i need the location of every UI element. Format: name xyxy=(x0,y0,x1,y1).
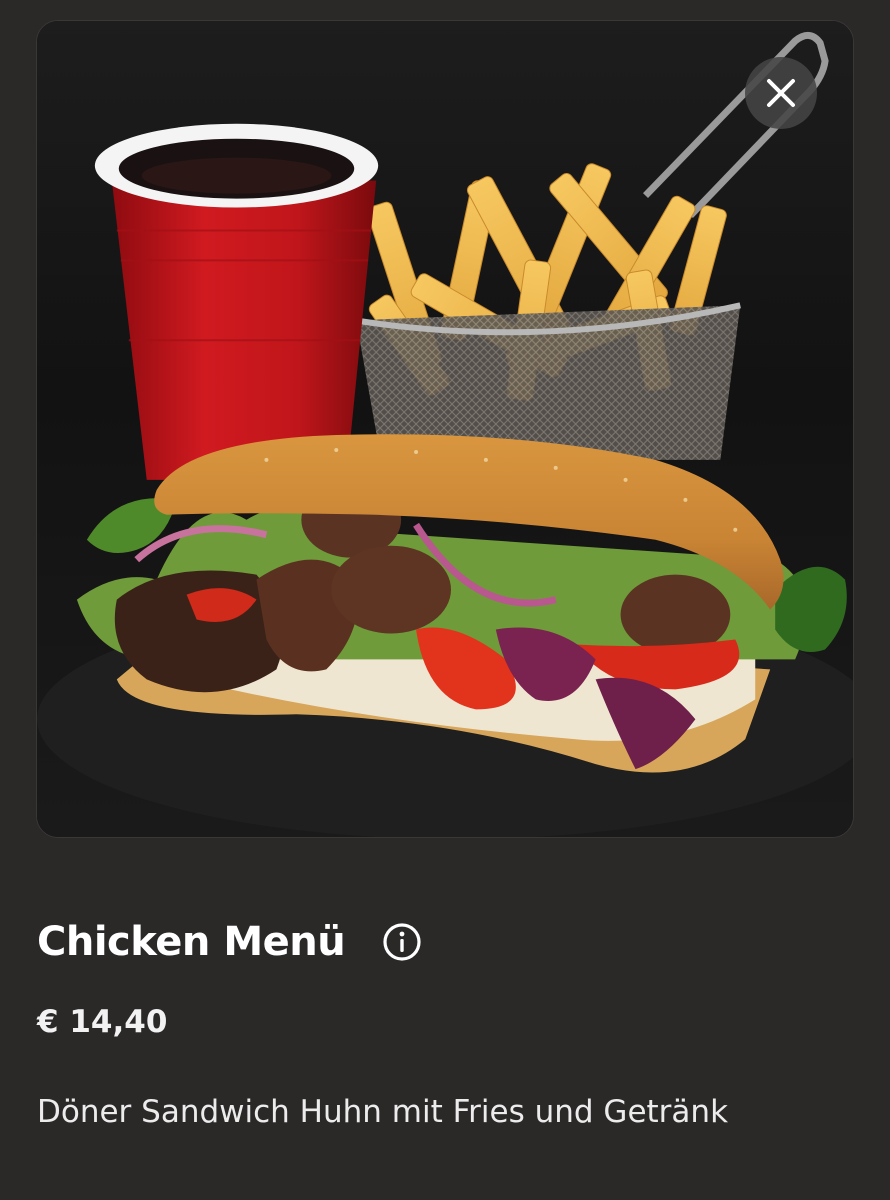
title-row: Chicken Menü xyxy=(37,912,423,972)
info-icon xyxy=(383,923,421,961)
product-photo-illustration xyxy=(37,21,853,837)
product-description: Döner Sandwich Huhn mit Fries und Geträn… xyxy=(37,1094,729,1130)
product-image xyxy=(36,20,854,838)
product-price: € 14,40 xyxy=(37,1004,168,1040)
close-icon xyxy=(767,79,795,107)
product-detail-sheet: Chicken Menü € 14,40 Döner Sandwich Huhn… xyxy=(0,0,890,1200)
product-title: Chicken Menü xyxy=(37,919,346,965)
info-button[interactable] xyxy=(381,921,423,963)
close-button[interactable] xyxy=(745,57,817,129)
